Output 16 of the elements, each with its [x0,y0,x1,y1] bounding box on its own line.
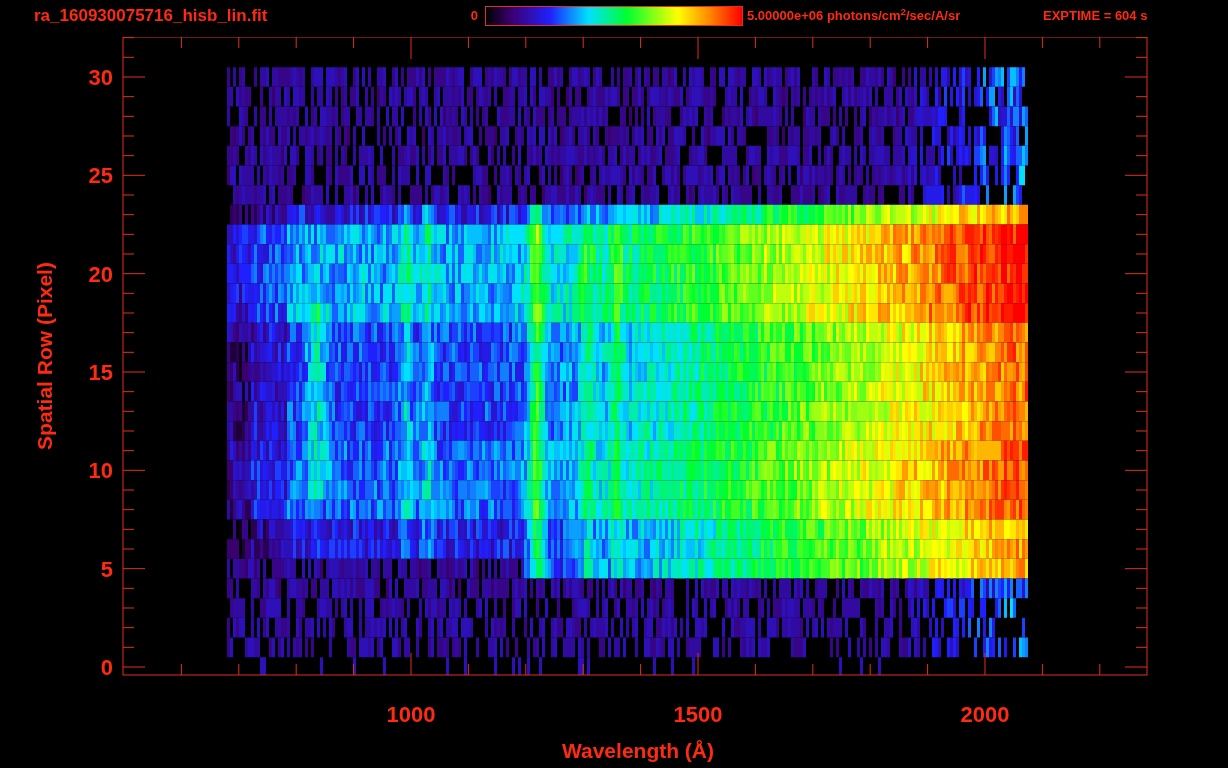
exposure-time-label: EXPTIME = 604 s [1043,7,1148,25]
y-axis-title: Spatial Row (Pixel) [33,262,56,450]
colorbar-min-label: 0 [469,7,478,25]
y-tick-label: 10 [88,458,113,484]
x-tick-label: 1500 [673,702,723,727]
y-tick-label: 20 [88,261,113,287]
y-tick-label: 25 [88,163,113,189]
x-axis-title: Wavelength (Å) [561,739,715,762]
y-tick-label: 15 [88,360,113,385]
x-tick-label: 2000 [960,702,1010,727]
y-tick-label: 30 [88,65,113,90]
x-tick-label: 1000 [386,702,436,727]
file-title: ra_160930075716_hisb_lin.fit [34,6,269,26]
y-tick-label: 0 [100,655,113,680]
colorbar-max-label: 5.00000e+06 photons/cm$^{2}$/sec/A/sr [747,6,962,25]
y-tick-label: 5 [100,556,113,582]
